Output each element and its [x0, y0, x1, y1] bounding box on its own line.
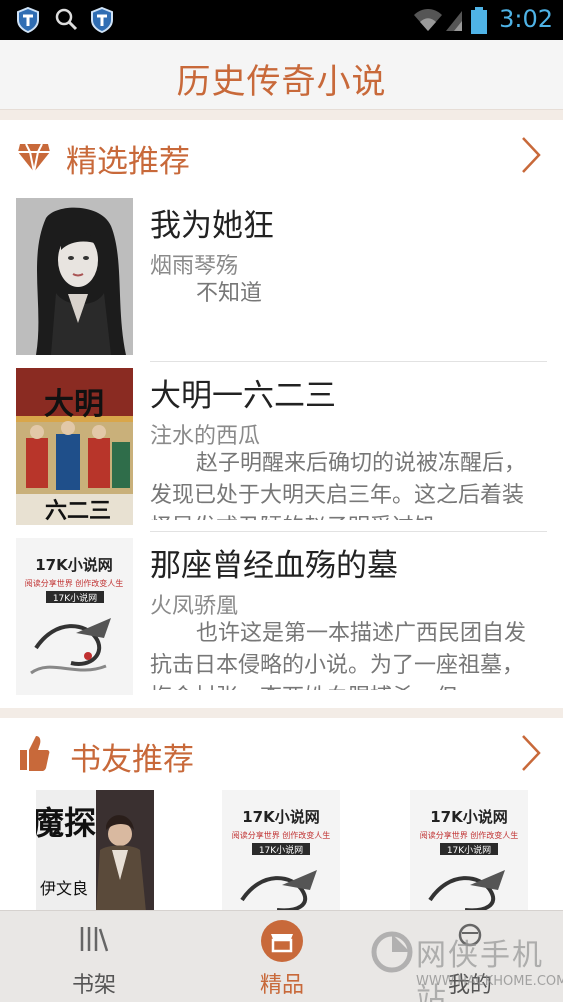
book-cover[interactable]: 17K小说网 阅读分享世界 创作改变人生 17K小说网 — [222, 790, 340, 910]
friends-title: 书友推荐 — [70, 742, 194, 778]
book-author: 烟雨琴殇 — [150, 254, 239, 279]
book-description: 不知道 — [196, 281, 263, 306]
clock: 3:02 — [499, 5, 553, 33]
book-cover[interactable]: 17K小说网 阅读分享世界 创作改变人生 17K小说网 — [410, 790, 528, 910]
store-icon — [260, 919, 304, 967]
title-bar: 历史传奇小说 — [0, 40, 563, 110]
friends-section: 书友推荐 魔探 伊文良 17K小说网 阅读分享世界 创作改变人生 17K小说网 — [0, 718, 563, 910]
status-bar: 3:02 — [0, 0, 563, 40]
cover-site-logo: 17K小说网 — [447, 844, 491, 856]
page-title: 历史传奇小说 — [176, 62, 387, 102]
shield-icon — [90, 6, 114, 37]
nav-label: 精品 — [259, 973, 304, 998]
cover-site-slogan: 阅读分享世界 创作改变人生 — [25, 578, 124, 588]
book-cover — [16, 198, 133, 355]
shield-icon — [16, 6, 40, 37]
watermark-url: WWW.HACKHOME.COM — [416, 974, 563, 989]
book-description: 赵子明醒来后确切的说被冻醒后，发现已处于大明天启三年。这之后着装怪异发式丑陋的赵… — [150, 451, 527, 520]
watermark-text: 网侠手机站 — [416, 938, 544, 1002]
chevron-right-icon[interactable] — [521, 734, 541, 776]
nav-item-store[interactable]: 精品 — [188, 911, 376, 1002]
watermark: 网侠手机站 WWW.HACKHOME.COM — [370, 926, 563, 1002]
nav-item-bookshelf[interactable]: 书架 — [0, 911, 188, 1002]
book-title: 那座曾经血殇的墓 — [150, 548, 398, 584]
cover-subtitle-text: 六二三 — [45, 498, 111, 524]
cover-site-slogan: 阅读分享世界 创作改变人生 — [232, 830, 331, 840]
cover-site-slogan: 阅读分享世界 创作改变人生 — [420, 830, 519, 840]
featured-section: 精选推荐 我为她狂 烟雨琴殇 不知道 大明 六二三 大明一六二三 注水的西瓜 赵… — [0, 120, 563, 708]
watermark-logo-icon — [370, 930, 414, 978]
book-title: 大明一六二三 — [150, 378, 336, 414]
book-author: 火凤骄凰 — [150, 594, 239, 619]
battery-icon — [470, 7, 488, 39]
book-item[interactable]: 大明 六二三 大明一六二三 注水的西瓜 赵子明醒来后确切的说被冻醒后，发现已处于… — [0, 362, 563, 532]
cover-author-text: 伊文良 — [40, 879, 88, 898]
chevron-right-icon[interactable] — [521, 136, 541, 178]
cover-title-text: 大明 — [44, 387, 104, 422]
cover-site-logo: 17K小说网 — [259, 844, 303, 856]
gem-icon — [16, 140, 52, 178]
cover-title-text: 魔探 — [36, 804, 96, 842]
cover-site-logo: 17K小说网 — [53, 592, 97, 604]
thumbs-up-icon — [18, 734, 50, 776]
search-icon — [54, 7, 78, 37]
featured-title: 精选推荐 — [66, 144, 190, 180]
cover-site-name: 17K小说网 — [35, 556, 113, 574]
book-item[interactable]: 我为她狂 烟雨琴殇 不知道 — [0, 192, 563, 362]
book-item[interactable]: 17K小说网 阅读分享世界 创作改变人生 17K小说网 那座曾经血殇的墓 火凤骄… — [0, 532, 563, 702]
book-cover: 17K小说网 阅读分享世界 创作改变人生 17K小说网 — [16, 538, 133, 695]
book-author: 注水的西瓜 — [150, 424, 261, 449]
featured-header[interactable]: 精选推荐 — [0, 120, 563, 192]
book-cover[interactable]: 魔探 伊文良 — [36, 790, 154, 910]
book-cover: 大明 六二三 — [16, 368, 133, 525]
book-title: 我为她狂 — [150, 208, 274, 244]
cover-site-name: 17K小说网 — [242, 808, 320, 826]
book-description: 也许这是第一本描述广西民团自发抗击日本侵略的小说。为了一座祖墓，梅会村张、李两姓… — [150, 621, 527, 690]
bookshelf-icon — [74, 919, 114, 963]
wifi-icon — [412, 7, 444, 37]
signal-icon — [444, 7, 464, 37]
nav-label: 书架 — [71, 973, 116, 998]
cover-site-name: 17K小说网 — [430, 808, 508, 826]
